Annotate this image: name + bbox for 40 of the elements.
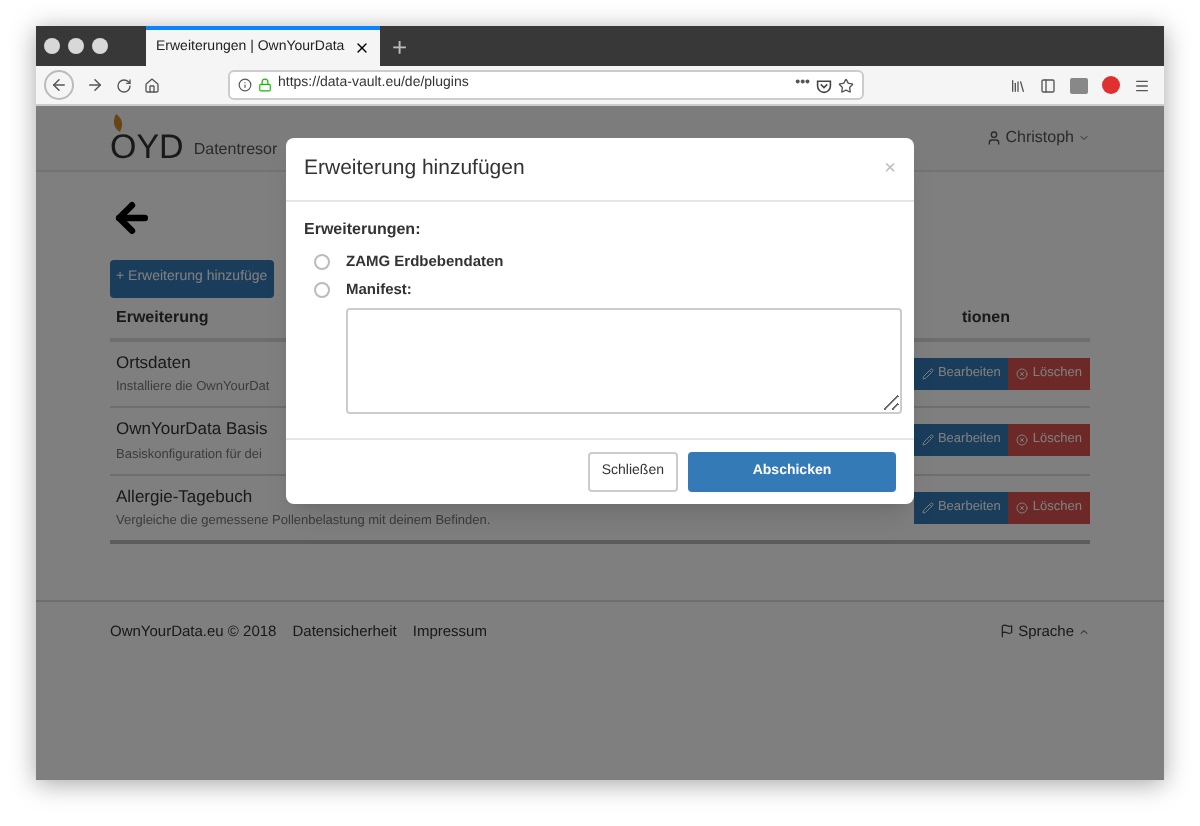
back-button[interactable] bbox=[44, 70, 74, 100]
forward-icon[interactable] bbox=[86, 76, 104, 94]
field-label: Erweiterungen: bbox=[304, 218, 423, 242]
remove-icon bbox=[1016, 434, 1029, 447]
radio-button[interactable] bbox=[314, 281, 330, 298]
caret-icon bbox=[1078, 132, 1090, 144]
extension-name: OwnYourData Basis bbox=[116, 416, 268, 442]
extension-name: Allergie-Tagebuch bbox=[116, 483, 255, 509]
user-icon bbox=[985, 130, 1002, 146]
caret-icon bbox=[1078, 625, 1090, 638]
remove-icon bbox=[1016, 501, 1029, 514]
flame-icon bbox=[110, 114, 126, 132]
manifest-field[interactable] bbox=[346, 307, 902, 413]
column-header: Erweiterung bbox=[114, 305, 211, 329]
new-tab-button[interactable]: + bbox=[380, 30, 420, 66]
logo[interactable]: OYD bbox=[110, 132, 184, 162]
lock-icon bbox=[258, 78, 272, 92]
extension-icon[interactable] bbox=[1070, 77, 1088, 93]
radio-button[interactable] bbox=[314, 253, 330, 270]
home-icon[interactable] bbox=[144, 77, 160, 93]
remove-icon bbox=[1016, 367, 1029, 380]
pencil-icon bbox=[921, 501, 934, 514]
modal-title: Erweiterung hinzufügen bbox=[304, 153, 525, 184]
flag-icon bbox=[1000, 624, 1015, 639]
pocket-icon[interactable] bbox=[816, 77, 832, 93]
adblock-icon[interactable] bbox=[1102, 76, 1120, 94]
library-icon[interactable] bbox=[1010, 77, 1026, 93]
back-icon bbox=[50, 76, 68, 94]
menu-icon[interactable] bbox=[1134, 77, 1150, 93]
sidebar-icon[interactable] bbox=[1040, 77, 1056, 93]
pencil-icon bbox=[921, 367, 934, 380]
close-icon[interactable] bbox=[354, 40, 370, 56]
pencil-icon bbox=[921, 434, 934, 447]
column-header: tionen bbox=[962, 305, 1012, 329]
star-icon[interactable] bbox=[838, 77, 854, 93]
reload-icon[interactable] bbox=[116, 77, 132, 93]
info-icon[interactable] bbox=[238, 78, 252, 92]
extension-name: Ortsdaten bbox=[116, 349, 193, 375]
brand-name: Datentresor bbox=[193, 138, 278, 162]
user-menu[interactable]: Christoph bbox=[985, 126, 1090, 150]
